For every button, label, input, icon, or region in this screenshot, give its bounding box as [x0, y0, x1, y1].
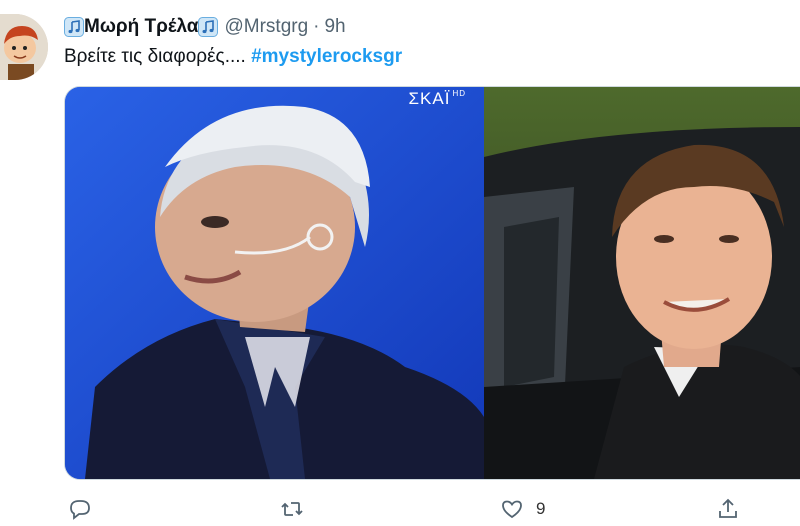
media-photo-left[interactable]: ΣΚΑΪ HD — [65, 87, 484, 479]
reply-button[interactable] — [68, 492, 92, 526]
channel-logo-suffix: HD — [452, 89, 466, 98]
retweet-icon — [281, 502, 303, 516]
left-photo-illustration — [65, 87, 484, 479]
like-button[interactable]: 9 — [500, 492, 545, 526]
music-note-icon — [198, 17, 219, 37]
timestamp[interactable]: 9h — [324, 16, 345, 38]
avatar[interactable] — [0, 14, 48, 80]
like-count: 9 — [536, 499, 546, 518]
reply-icon — [70, 500, 90, 520]
display-name[interactable]: Μωρή Τρέλα — [84, 16, 198, 38]
tweet-header: Μωρή Τρέλα @Mrstgrg · 9h — [64, 13, 346, 41]
music-note-icon — [64, 17, 84, 37]
tweet-body: Βρείτε τις διαφορές.... — [64, 46, 246, 67]
channel-logo: ΣΚΑΪ HD — [409, 89, 466, 109]
avatar-cartoon-image — [0, 14, 48, 80]
heart-icon — [502, 500, 522, 519]
retweet-button[interactable] — [280, 492, 304, 526]
separator-dot: · — [313, 16, 320, 37]
share-icon — [719, 498, 737, 518]
share-button[interactable] — [716, 492, 740, 526]
tweet-actions: 9 — [64, 492, 800, 526]
channel-logo-text: ΣΚΑΪ — [408, 89, 451, 108]
tweet-media[interactable]: ΣΚΑΪ HD — [64, 86, 800, 480]
user-handle[interactable]: @Mrstgrg — [224, 16, 308, 38]
right-photo-illustration — [484, 87, 800, 479]
tweet[interactable]: Μωρή Τρέλα @Mrstgrg · 9h Βρείτε τις διαφ… — [0, 0, 800, 526]
tweet-text: Βρείτε τις διαφορές.... #mystylerocksgr — [64, 46, 402, 68]
media-photo-right[interactable] — [484, 87, 800, 479]
hashtag-link[interactable]: #mystylerocksgr — [251, 46, 402, 67]
